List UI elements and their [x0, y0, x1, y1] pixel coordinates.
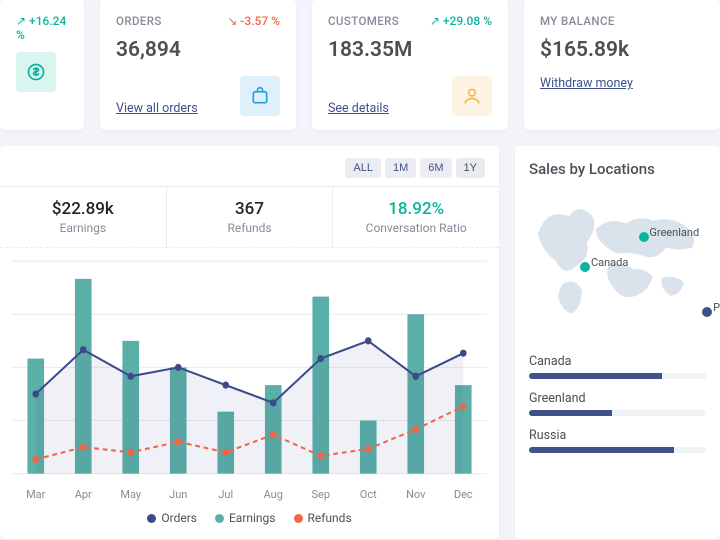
x-label: Dec — [440, 488, 488, 501]
stat-label: Earnings — [0, 221, 166, 235]
revenue-chart-card: ALL1M6M1Y $22.89kEarnings367Refunds18.92… — [0, 146, 499, 539]
stat-block: 367 Refunds — [167, 187, 334, 247]
map-label: Greenland — [649, 226, 699, 239]
location-bar-item: Russia — [529, 428, 706, 453]
range-1m-button[interactable]: 1M — [385, 158, 416, 178]
card-value: $165.89k — [540, 38, 704, 62]
range-1y-button[interactable]: 1Y — [456, 158, 485, 178]
chart-range-buttons: ALL1M6M1Y — [0, 146, 499, 186]
location-bars: Canada Greenland Russia — [529, 354, 706, 453]
stat-block: $22.89k Earnings — [0, 187, 167, 247]
stat-card-3: MY BALANCE $165.89k Withdraw money — [524, 0, 720, 130]
legend-item: Refunds — [294, 511, 352, 525]
dollar-icon — [16, 52, 56, 92]
map-marker — [639, 232, 649, 242]
trend-indicator: ↗ +16.24 % — [16, 14, 68, 42]
x-label: Sep — [297, 488, 345, 501]
card-value: 183.35M — [328, 38, 492, 62]
card-title: MY BALANCE — [540, 14, 615, 28]
x-label: Nov — [392, 488, 440, 501]
user-icon — [452, 76, 492, 116]
x-label: Jul — [202, 488, 250, 501]
x-label: Apr — [60, 488, 108, 501]
location-bar-item: Canada — [529, 354, 706, 379]
legend-item: Orders — [147, 511, 197, 525]
stat-value: 18.92% — [333, 199, 499, 219]
stat-cards-row: ↗ +16.24 % ORDERS ↘ -3.57 % 36,894 View all … — [0, 0, 720, 146]
trend-indicator: ↘ -3.57 % — [227, 14, 280, 28]
stat-card-2: CUSTOMERS ↗ +29.08 % 183.35M See details — [312, 0, 508, 130]
stat-card-1: ORDERS ↘ -3.57 % 36,894 View all orders — [100, 0, 296, 130]
x-label: May — [107, 488, 155, 501]
location-name: Canada — [529, 354, 706, 369]
location-name: Russia — [529, 428, 706, 443]
range-all-button[interactable]: ALL — [345, 158, 381, 178]
x-label: Aug — [250, 488, 298, 501]
map-label: P — [713, 301, 720, 314]
bag-icon — [240, 76, 280, 116]
legend-item: Earnings — [215, 511, 276, 525]
stat-block: 18.92% Conversation Ratio — [333, 187, 499, 247]
card-title: ORDERS — [116, 14, 162, 28]
card-link[interactable]: Withdraw money — [540, 76, 633, 91]
range-6m-button[interactable]: 6M — [420, 158, 451, 178]
stat-label: Conversation Ratio — [333, 221, 499, 235]
stat-label: Refunds — [167, 221, 333, 235]
card-value: 36,894 — [116, 38, 280, 62]
locations-title: Sales by Locations — [529, 160, 706, 178]
card-title: CUSTOMERS — [328, 14, 399, 28]
x-label: Oct — [345, 488, 393, 501]
world-map: GreenlandCanadaP — [529, 190, 706, 340]
chart-plot — [0, 248, 499, 488]
stat-value: $22.89k — [0, 199, 166, 219]
chart-legend: Orders Earnings Refunds — [0, 501, 499, 539]
location-name: Greenland — [529, 391, 706, 406]
chart-stats-row: $22.89k Earnings367 Refunds18.92% Conversat… — [0, 186, 499, 248]
chart-x-labels: MarAprMayJunJulAugSepOctNovDec — [0, 488, 499, 501]
card-link[interactable]: View all orders — [116, 101, 198, 116]
x-label: Jun — [155, 488, 203, 501]
sales-by-location-card: Sales by Locations Greenland Canada P Cana… — [515, 146, 720, 539]
x-label: Mar — [12, 488, 60, 501]
card-link[interactable]: See details — [328, 101, 389, 116]
location-bar-item: Greenland — [529, 391, 706, 416]
trend-indicator: ↗ +29.08 % — [430, 14, 492, 28]
map-marker — [702, 307, 712, 317]
stat-value: 367 — [167, 199, 333, 219]
map-label: Canada — [591, 256, 628, 269]
stat-card-0: ↗ +16.24 % — [0, 0, 84, 130]
